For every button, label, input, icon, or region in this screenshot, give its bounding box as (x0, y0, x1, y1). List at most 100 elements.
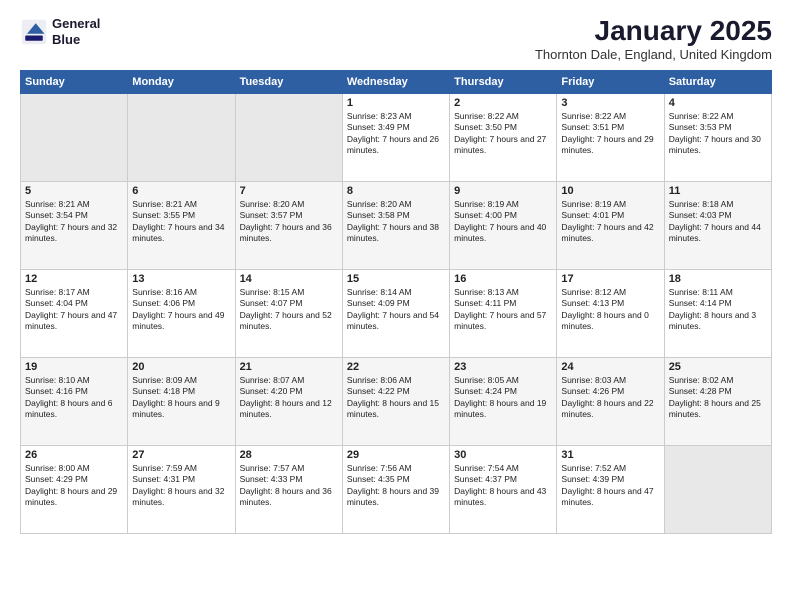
calendar-cell (235, 93, 342, 181)
cell-info: Sunrise: 8:12 AM Sunset: 4:13 PM Dayligh… (561, 287, 659, 333)
day-number: 20 (132, 361, 230, 373)
header-row: SundayMondayTuesdayWednesdayThursdayFrid… (21, 70, 772, 93)
cell-info: Sunrise: 7:57 AM Sunset: 4:33 PM Dayligh… (240, 463, 338, 509)
calendar-body: 1 Sunrise: 8:23 AM Sunset: 3:49 PM Daylig… (21, 93, 772, 533)
day-number: 5 (25, 185, 123, 197)
cell-info: Sunrise: 8:09 AM Sunset: 4:18 PM Dayligh… (132, 375, 230, 421)
calendar-week-3: 12Sunrise: 8:17 AM Sunset: 4:04 PM Dayli… (21, 269, 772, 357)
day-number: 21 (240, 361, 338, 373)
calendar-cell: 3Sunrise: 8:22 AM Sunset: 3:51 PM Daylig… (557, 93, 664, 181)
day-number: 11 (669, 185, 767, 197)
cell-info: Sunrise: 8:23 AM Sunset: 3:49 PM Dayligh… (347, 111, 445, 157)
cell-info: Sunrise: 8:22 AM Sunset: 3:50 PM Dayligh… (454, 111, 552, 157)
calendar-cell (664, 445, 771, 533)
day-number: 9 (454, 185, 552, 197)
calendar-cell: 10Sunrise: 8:19 AM Sunset: 4:01 PM Dayli… (557, 181, 664, 269)
day-number: 17 (561, 273, 659, 285)
calendar-cell: 11 Sunrise: 8:18 AM Sunset: 4:03 PM Dayli… (664, 181, 771, 269)
cell-info: Sunrise: 8:21 AM Sunset: 3:54 PM Dayligh… (25, 199, 123, 245)
day-number: 3 (561, 97, 659, 109)
cell-info: Sunrise: 8:05 AM Sunset: 4:24 PM Dayligh… (454, 375, 552, 421)
day-number: 2 (454, 97, 552, 109)
cell-info: Sunrise: 8:19 AM Sunset: 4:00 PM Dayligh… (454, 199, 552, 245)
cell-info: Sunrise: 7:59 AM Sunset: 4:31 PM Dayligh… (132, 463, 230, 509)
month-title: January 2025 (535, 16, 772, 47)
calendar-cell: 1 Sunrise: 8:23 AM Sunset: 3:49 PM Daylig… (342, 93, 449, 181)
cell-info: Sunrise: 7:54 AM Sunset: 4:37 PM Dayligh… (454, 463, 552, 509)
calendar-cell: 14Sunrise: 8:15 AM Sunset: 4:07 PM Dayli… (235, 269, 342, 357)
cell-info: Sunrise: 8:18 AM Sunset: 4:03 PM Dayligh… (669, 199, 767, 245)
calendar-cell (21, 93, 128, 181)
cell-info: Sunrise: 8:02 AM Sunset: 4:28 PM Dayligh… (669, 375, 767, 421)
calendar-cell: 20 Sunrise: 8:09 AM Sunset: 4:18 PM Dayli… (128, 357, 235, 445)
cell-info: Sunrise: 8:22 AM Sunset: 3:53 PM Dayligh… (669, 111, 767, 157)
calendar-cell: 26 Sunrise: 8:00 AM Sunset: 4:29 PM Dayli… (21, 445, 128, 533)
calendar-cell: 18Sunrise: 8:11 AM Sunset: 4:14 PM Dayli… (664, 269, 771, 357)
calendar-cell: 15Sunrise: 8:14 AM Sunset: 4:09 PM Dayli… (342, 269, 449, 357)
location: Thornton Dale, England, United Kingdom (535, 47, 772, 62)
calendar-cell: 16Sunrise: 8:13 AM Sunset: 4:11 PM Dayli… (450, 269, 557, 357)
day-number: 1 (347, 97, 445, 109)
cell-info: Sunrise: 8:21 AM Sunset: 3:55 PM Dayligh… (132, 199, 230, 245)
day-number: 12 (25, 273, 123, 285)
day-number: 24 (561, 361, 659, 373)
calendar-cell: 19Sunrise: 8:10 AM Sunset: 4:16 PM Dayli… (21, 357, 128, 445)
calendar-cell: 7 Sunrise: 8:20 AM Sunset: 3:57 PM Daylig… (235, 181, 342, 269)
day-header-sunday: Sunday (21, 70, 128, 93)
cell-info: Sunrise: 8:13 AM Sunset: 4:11 PM Dayligh… (454, 287, 552, 333)
day-header-monday: Monday (128, 70, 235, 93)
cell-info: Sunrise: 8:20 AM Sunset: 3:57 PM Dayligh… (240, 199, 338, 245)
day-number: 27 (132, 449, 230, 461)
calendar-cell: 5 Sunrise: 8:21 AM Sunset: 3:54 PM Daylig… (21, 181, 128, 269)
calendar-cell: 28 Sunrise: 7:57 AM Sunset: 4:33 PM Dayli… (235, 445, 342, 533)
cell-info: Sunrise: 8:20 AM Sunset: 3:58 PM Dayligh… (347, 199, 445, 245)
day-number: 8 (347, 185, 445, 197)
calendar-cell: 13Sunrise: 8:16 AM Sunset: 4:06 PM Dayli… (128, 269, 235, 357)
calendar-cell: 27 Sunrise: 7:59 AM Sunset: 4:31 PM Dayli… (128, 445, 235, 533)
day-header-thursday: Thursday (450, 70, 557, 93)
day-number: 26 (25, 449, 123, 461)
day-number: 31 (561, 449, 659, 461)
day-number: 15 (347, 273, 445, 285)
calendar-cell: 6 Sunrise: 8:21 AM Sunset: 3:55 PM Daylig… (128, 181, 235, 269)
calendar-header: SundayMondayTuesdayWednesdayThursdayFrid… (21, 70, 772, 93)
cell-info: Sunrise: 8:07 AM Sunset: 4:20 PM Dayligh… (240, 375, 338, 421)
day-number: 29 (347, 449, 445, 461)
day-header-saturday: Saturday (664, 70, 771, 93)
cell-info: Sunrise: 8:03 AM Sunset: 4:26 PM Dayligh… (561, 375, 659, 421)
calendar-cell: 25 Sunrise: 8:02 AM Sunset: 4:28 PM Dayli… (664, 357, 771, 445)
logo: General Blue (20, 16, 100, 47)
day-number: 23 (454, 361, 552, 373)
logo-text: General Blue (52, 16, 100, 47)
day-number: 6 (132, 185, 230, 197)
calendar-week-1: 1 Sunrise: 8:23 AM Sunset: 3:49 PM Daylig… (21, 93, 772, 181)
day-number: 25 (669, 361, 767, 373)
calendar-cell: 8 Sunrise: 8:20 AM Sunset: 3:58 PM Daylig… (342, 181, 449, 269)
day-number: 10 (561, 185, 659, 197)
day-number: 30 (454, 449, 552, 461)
calendar-cell: 12Sunrise: 8:17 AM Sunset: 4:04 PM Dayli… (21, 269, 128, 357)
day-header-wednesday: Wednesday (342, 70, 449, 93)
cell-info: Sunrise: 8:15 AM Sunset: 4:07 PM Dayligh… (240, 287, 338, 333)
cell-info: Sunrise: 8:00 AM Sunset: 4:29 PM Dayligh… (25, 463, 123, 509)
calendar-table: SundayMondayTuesdayWednesdayThursdayFrid… (20, 70, 772, 534)
day-number: 13 (132, 273, 230, 285)
title-block: January 2025 Thornton Dale, England, Uni… (535, 16, 772, 62)
day-number: 22 (347, 361, 445, 373)
day-number: 18 (669, 273, 767, 285)
calendar-cell: 29 Sunrise: 7:56 AM Sunset: 4:35 PM Dayli… (342, 445, 449, 533)
calendar-week-5: 26 Sunrise: 8:00 AM Sunset: 4:29 PM Dayli… (21, 445, 772, 533)
cell-info: Sunrise: 7:56 AM Sunset: 4:35 PM Dayligh… (347, 463, 445, 509)
day-number: 7 (240, 185, 338, 197)
calendar-cell: 21 Sunrise: 8:07 AM Sunset: 4:20 PM Dayli… (235, 357, 342, 445)
logo-icon (20, 18, 48, 46)
day-header-friday: Friday (557, 70, 664, 93)
calendar-cell: 30 Sunrise: 7:54 AM Sunset: 4:37 PM Dayli… (450, 445, 557, 533)
calendar-cell: 23 Sunrise: 8:05 AM Sunset: 4:24 PM Dayli… (450, 357, 557, 445)
calendar-cell: 17 Sunrise: 8:12 AM Sunset: 4:13 PM Dayli… (557, 269, 664, 357)
cell-info: Sunrise: 8:10 AM Sunset: 4:16 PM Dayligh… (25, 375, 123, 421)
calendar-week-4: 19Sunrise: 8:10 AM Sunset: 4:16 PM Dayli… (21, 357, 772, 445)
calendar-week-2: 5 Sunrise: 8:21 AM Sunset: 3:54 PM Daylig… (21, 181, 772, 269)
calendar-cell: 24 Sunrise: 8:03 AM Sunset: 4:26 PM Dayli… (557, 357, 664, 445)
day-number: 28 (240, 449, 338, 461)
